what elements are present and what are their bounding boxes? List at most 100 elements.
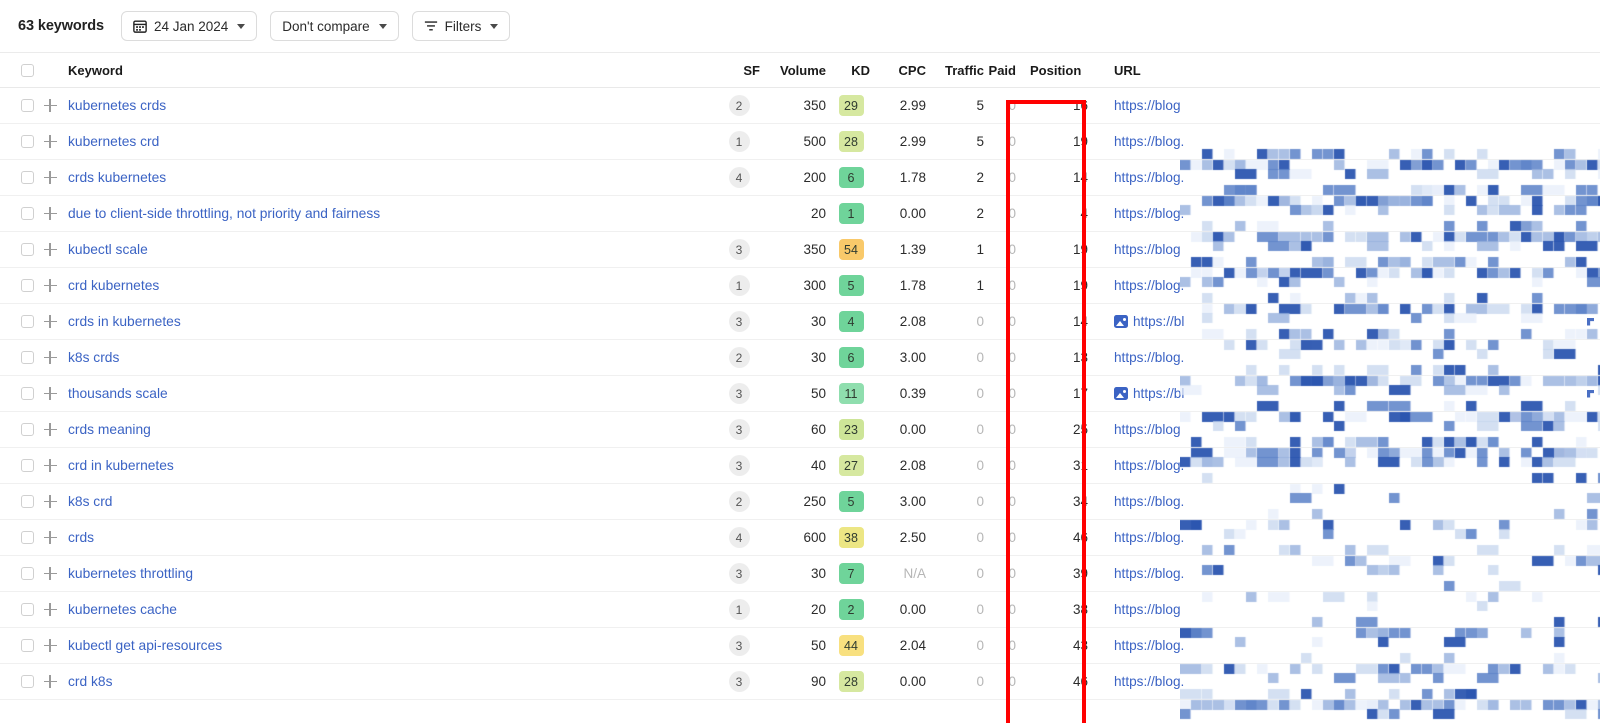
paid-value: 0 [1008, 566, 1016, 581]
table-row: kubernetes throttling 3 30 7 N/A 0 0 39 https://… [0, 556, 1600, 592]
row-checkbox[interactable] [20, 207, 34, 220]
keyword-link[interactable]: crd k8s [68, 674, 112, 689]
header-url[interactable]: URL [1100, 63, 1600, 78]
url-link[interactable]: https://bl [1133, 314, 1184, 329]
table-row: thousands scale 3 50 11 0.39 0 0 17 https://bl [0, 376, 1600, 412]
url-link[interactable]: https://blog. [1114, 350, 1184, 365]
compare-button[interactable]: Don't compare [270, 11, 399, 41]
keyword-link[interactable]: crd in kubernetes [68, 458, 174, 473]
add-keyword-icon[interactable] [43, 279, 57, 292]
url-link[interactable]: https://blog [1114, 422, 1181, 437]
keyword-link[interactable]: k8s crds [68, 350, 119, 365]
keyword-link[interactable]: kubectl scale [68, 242, 148, 257]
add-keyword-icon[interactable] [43, 387, 57, 400]
url-link[interactable]: https://blog. [1114, 206, 1184, 221]
url-link[interactable]: https://blog. [1114, 566, 1184, 581]
row-checkbox[interactable] [20, 459, 34, 472]
add-keyword-icon[interactable] [43, 531, 57, 544]
volume-value: 350 [803, 98, 826, 113]
url-link[interactable]: https://blog. [1114, 530, 1184, 545]
row-checkbox[interactable] [20, 423, 34, 436]
url-link[interactable]: https://blog. [1114, 134, 1184, 149]
row-checkbox[interactable] [20, 279, 34, 292]
header-volume[interactable]: Volume [766, 63, 828, 78]
position-value: 38 [1072, 602, 1088, 617]
volume-value: 20 [810, 206, 826, 221]
url-link[interactable]: https://blog. [1114, 674, 1184, 689]
url-link[interactable]: https://blog [1114, 98, 1181, 113]
keyword-link[interactable]: kubernetes cache [68, 602, 177, 617]
traffic-value: 0 [976, 422, 984, 437]
keyword-link[interactable]: crds in kubernetes [68, 314, 181, 329]
traffic-value: 2 [976, 170, 984, 185]
add-keyword-icon[interactable] [43, 99, 57, 112]
keyword-link[interactable]: kubernetes crds [68, 98, 166, 113]
add-keyword-icon[interactable] [43, 423, 57, 436]
add-keyword-icon[interactable] [43, 243, 57, 256]
row-checkbox[interactable] [20, 315, 34, 328]
row-checkbox[interactable] [20, 495, 34, 508]
add-keyword-icon[interactable] [43, 639, 57, 652]
position-value: 13 [1072, 350, 1088, 365]
traffic-value: 0 [976, 314, 984, 329]
header-kd[interactable]: KD [828, 63, 874, 78]
add-keyword-icon[interactable] [43, 603, 57, 616]
row-checkbox[interactable] [20, 531, 34, 544]
url-link[interactable]: https://blog [1114, 242, 1181, 257]
keyword-link[interactable]: crd kubernetes [68, 278, 159, 293]
add-keyword-icon[interactable] [43, 495, 57, 508]
traffic-value: 0 [976, 530, 984, 545]
keyword-link[interactable]: kubernetes crd [68, 134, 159, 149]
keyword-link[interactable]: kubectl get api-resources [68, 638, 222, 653]
filters-button[interactable]: Filters [411, 11, 511, 41]
url-link[interactable]: https://blog. [1114, 170, 1184, 185]
url-link[interactable]: https://blog. [1114, 458, 1184, 473]
filters-label: Filters [444, 18, 482, 34]
add-keyword-icon[interactable] [43, 315, 57, 328]
row-checkbox[interactable] [20, 639, 34, 652]
add-keyword-icon[interactable] [43, 675, 57, 688]
add-keyword-icon[interactable] [43, 459, 57, 472]
paid-value: 0 [1008, 386, 1016, 401]
header-position[interactable]: Position [1016, 63, 1100, 78]
keyword-link[interactable]: due to client-side throttling, not prior… [68, 206, 380, 221]
url-link[interactable]: https://blog [1114, 602, 1181, 617]
keyword-link[interactable]: k8s crd [68, 494, 112, 509]
row-checkbox[interactable] [20, 387, 34, 400]
row-checkbox[interactable] [20, 351, 34, 364]
add-keyword-icon[interactable] [43, 207, 57, 220]
keyword-link[interactable]: crds kubernetes [68, 170, 166, 185]
header-traffic[interactable]: Traffic [926, 63, 984, 78]
row-checkbox[interactable] [20, 243, 34, 256]
volume-value: 60 [810, 422, 826, 437]
url-link[interactable]: https://blog. [1114, 494, 1184, 509]
header-cpc[interactable]: CPC [874, 63, 926, 78]
header-sf[interactable]: SF [712, 63, 766, 78]
row-checkbox[interactable] [20, 675, 34, 688]
url-link[interactable]: https://bl [1133, 386, 1184, 401]
header-keyword[interactable]: Keyword [64, 63, 712, 78]
paid-value: 0 [1008, 278, 1016, 293]
header-paid[interactable]: Paid [984, 63, 1016, 78]
add-keyword-icon[interactable] [43, 351, 57, 364]
row-checkbox[interactable] [20, 567, 34, 580]
table-row: crd k8s 3 90 28 0.00 0 0 46 https://blog. [0, 664, 1600, 700]
select-all-checkbox[interactable] [20, 63, 34, 77]
keyword-link[interactable]: kubernetes throttling [68, 566, 193, 581]
add-keyword-icon[interactable] [43, 567, 57, 580]
keyword-link[interactable]: thousands scale [68, 386, 168, 401]
url-link[interactable]: https://blog. [1114, 638, 1184, 653]
keyword-link[interactable]: crds meaning [68, 422, 151, 437]
row-checkbox[interactable] [20, 603, 34, 616]
url-link[interactable]: https://blog. [1114, 278, 1184, 293]
table-row: crds meaning 3 60 23 0.00 0 0 25 https://blog [0, 412, 1600, 448]
paid-value: 0 [1008, 314, 1016, 329]
row-checkbox[interactable] [20, 135, 34, 148]
row-checkbox[interactable] [20, 171, 34, 184]
keyword-link[interactable]: crds [68, 530, 94, 545]
add-keyword-icon[interactable] [43, 135, 57, 148]
paid-value: 0 [1008, 458, 1016, 473]
date-range-button[interactable]: 24 Jan 2024 [120, 11, 258, 41]
row-checkbox[interactable] [20, 99, 34, 112]
add-keyword-icon[interactable] [43, 171, 57, 184]
